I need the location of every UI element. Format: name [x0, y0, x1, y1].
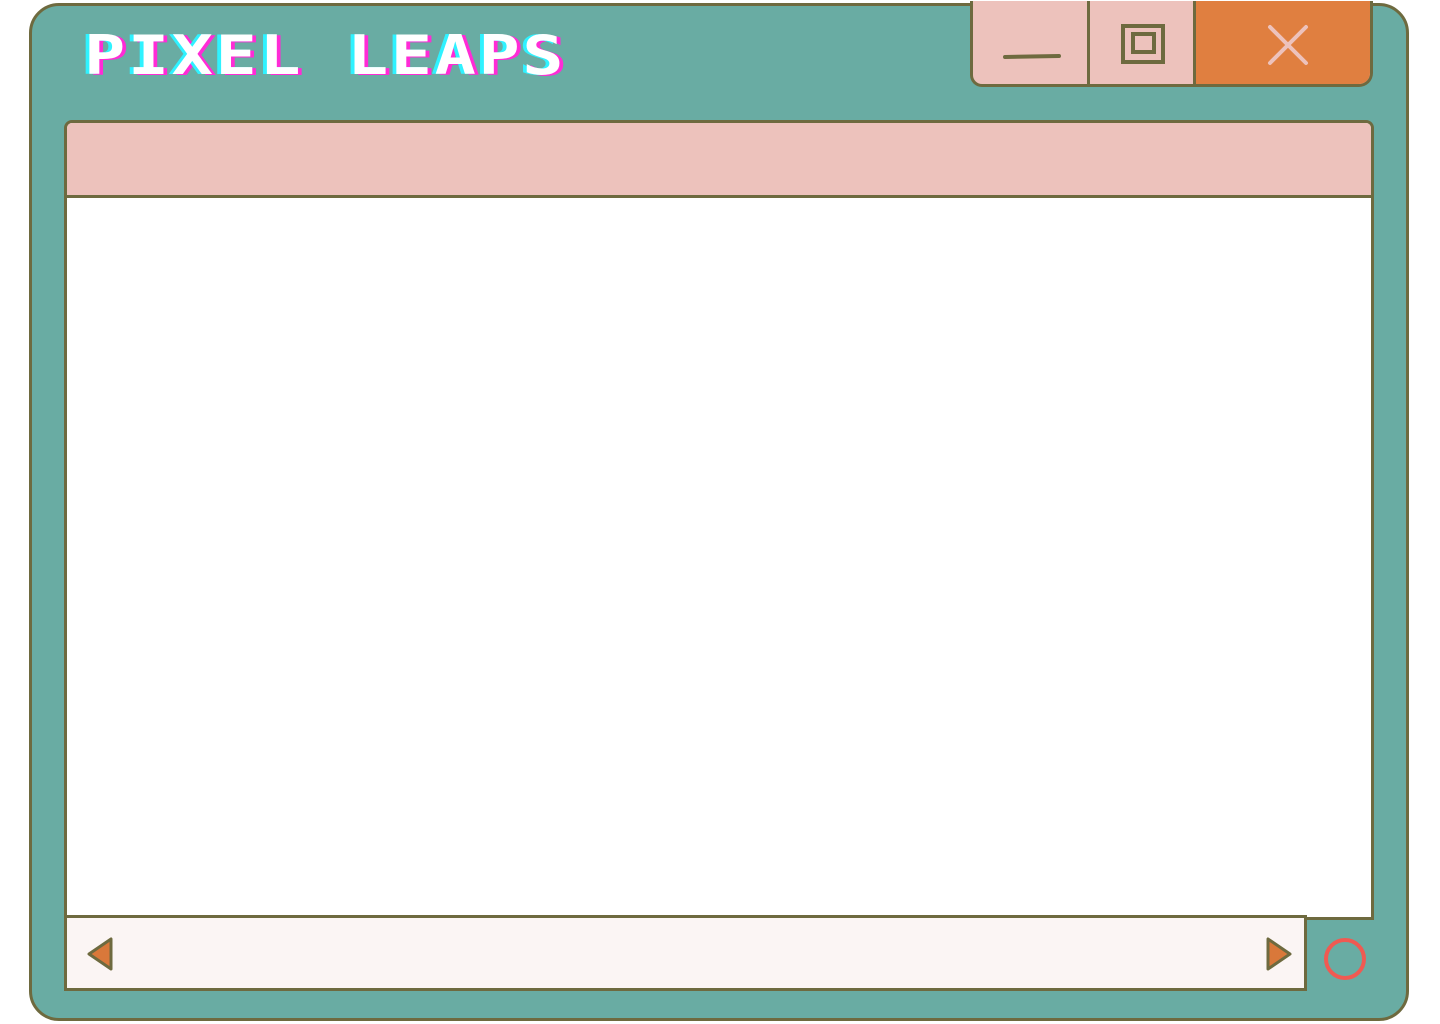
content-area [67, 198, 1371, 917]
horizontal-scrollbar[interactable] [64, 915, 1307, 991]
minimize-button[interactable] [973, 1, 1087, 84]
window-controls [970, 1, 1373, 87]
scroll-right-button[interactable] [1264, 936, 1294, 972]
triangle-right-icon [1266, 937, 1292, 971]
resize-handle[interactable] [1322, 936, 1368, 982]
ring-icon [1324, 938, 1366, 980]
minimize-icon [1003, 54, 1061, 59]
stage: PIXEL LEAPS [0, 0, 1440, 1024]
content-frame [64, 120, 1374, 920]
close-button[interactable] [1193, 1, 1370, 84]
close-icon [1268, 25, 1308, 65]
window-title: PIXEL LEAPS [84, 24, 567, 87]
maximize-icon [1121, 24, 1165, 64]
toolbar-band [67, 123, 1371, 198]
triangle-left-icon [87, 937, 113, 971]
scroll-left-button[interactable] [85, 936, 115, 972]
maximize-button[interactable] [1087, 1, 1193, 84]
